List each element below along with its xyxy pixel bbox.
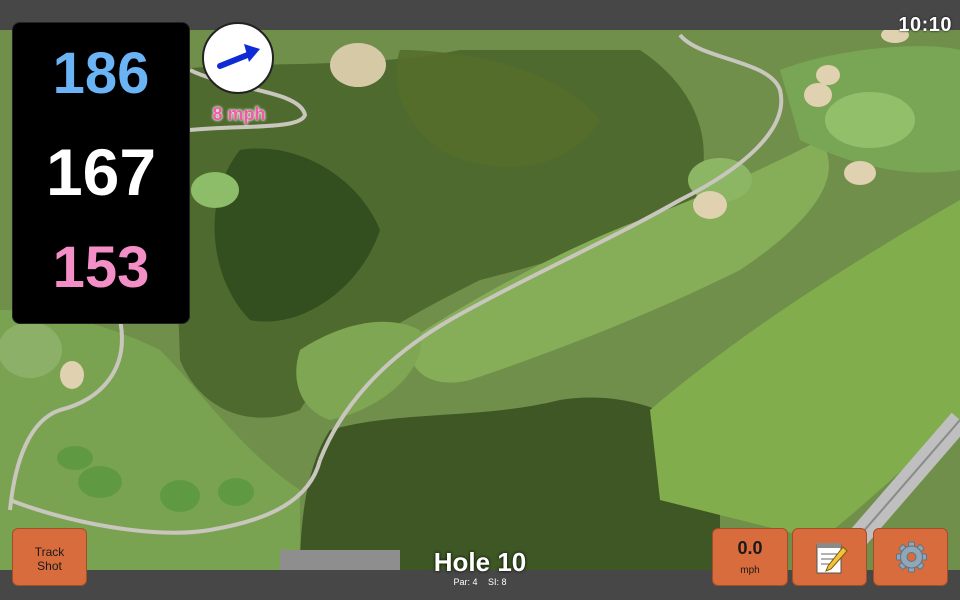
track-shot-label-line1: Track bbox=[34, 545, 65, 559]
back-yardage: 186 bbox=[52, 41, 150, 106]
gear-icon bbox=[896, 541, 927, 573]
speed-button[interactable]: 0.0 mph bbox=[712, 528, 788, 586]
wind-speed-label: 8 mph bbox=[212, 104, 266, 124]
hole-info: Par: 4 SI: 8 bbox=[380, 578, 580, 587]
yardage-panel: 186 167 153 bbox=[12, 22, 190, 324]
wind-indicator bbox=[202, 22, 274, 94]
hole-stroke-index: SI: 8 bbox=[488, 577, 507, 587]
track-shot-button[interactable]: Track Shot bbox=[12, 528, 87, 586]
notes-button[interactable] bbox=[792, 528, 867, 586]
middle-yardage: 167 bbox=[45, 135, 157, 209]
hole-par: Par: 4 bbox=[453, 577, 478, 587]
clock: 10:10 bbox=[898, 14, 952, 36]
hole-title: Hole 10 bbox=[433, 547, 527, 577]
wind-arrow-icon bbox=[217, 44, 260, 69]
settings-button[interactable] bbox=[873, 528, 948, 586]
track-shot-label-line2: Shot bbox=[37, 559, 62, 573]
speed-value: 0.0 bbox=[737, 538, 763, 558]
notepad-icon bbox=[816, 543, 848, 574]
speed-unit: mph bbox=[740, 565, 760, 576]
front-yardage: 153 bbox=[52, 235, 150, 300]
